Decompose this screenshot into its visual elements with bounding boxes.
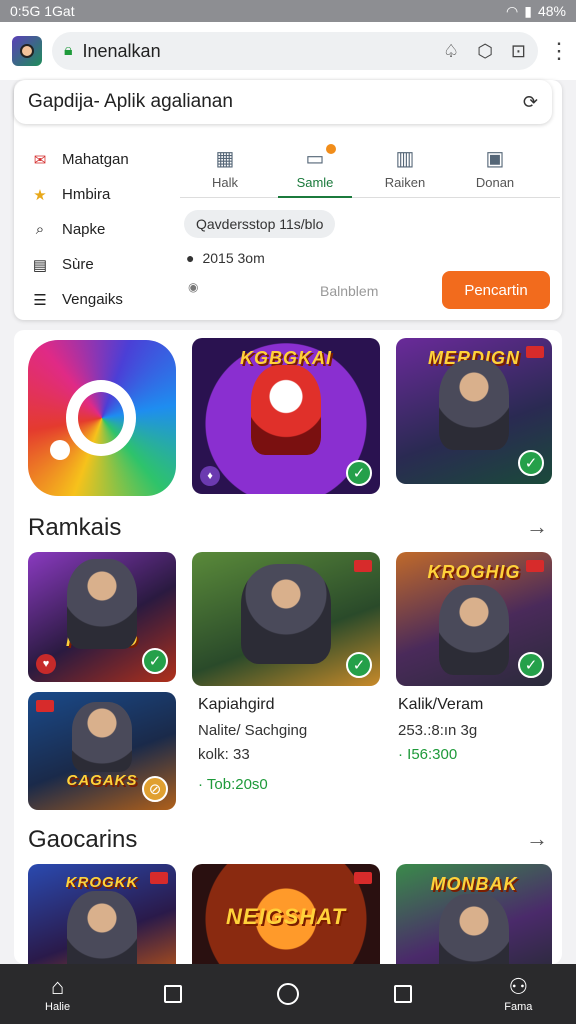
tab-samle[interactable]: ▭ Samle [270,138,360,198]
check-icon: ✓ [346,652,372,678]
side-menu: ✉ Mahatgan ★ Hmbira ⌕ Napke ▤ Sùre ☰ Vengaiks [30,142,180,317]
table-icon: ▥ [395,147,415,170]
app-name[interactable]: Kalik/Veram [398,696,483,714]
game-tile[interactable]: KROGKK [28,864,176,964]
person-icon: ⚇ [508,974,529,999]
nav-home[interactable]: ⌂ Halie [23,974,93,1014]
check-icon: ✓ [518,450,544,476]
nav-overview[interactable] [368,985,438,1003]
refresh-icon[interactable]: ⟳ [523,92,538,113]
secondary-label: Balnblem [320,283,379,299]
check-icon: ✓ [142,648,168,674]
menu-item[interactable]: ▤ Sùre [30,247,180,282]
mail-icon: ✉ [33,151,47,169]
tab-donan[interactable]: ▣ Donan [450,138,540,197]
flag-icon [36,700,54,712]
app-subtitle: Nalite/ Sachging [198,722,308,739]
radio-icon[interactable]: ◉ [188,280,198,294]
section-title: Ramkais [28,514,122,541]
browser-toolbar: 🔒︎ Inenalkan ♤ ⬡ ⊡ ⋮ [0,22,576,80]
game-tile[interactable]: CAGAKS ⊘ [28,692,176,810]
app-name[interactable]: Kapiahgird [198,696,275,714]
game-tile[interactable]: KUNGO ♥ ✓ [28,552,176,682]
app-meta: kolk: 33 [198,746,250,763]
notification-badge [326,144,336,154]
square-icon [394,985,413,1003]
app-logo[interactable] [28,340,176,496]
tabs-icon[interactable]: ⊡ [511,41,526,62]
game-tile[interactable]: MERDIGN ✓ [396,338,552,484]
tab-halk[interactable]: ▦ Halk [180,138,270,197]
nav-recent[interactable] [138,985,208,1003]
status-time: 0:5G 1Gat [10,3,75,19]
filter-chip[interactable]: Qavdersstop 11s/blo [184,210,336,238]
store-content: KGBGKAI ♦ ✓ MERDIGN ✓ Ramkais → KUNGO ♥ … [14,330,562,964]
square-icon [163,985,182,1003]
card-icon: ▭ [305,147,325,170]
box-icon: ▣ [485,147,505,170]
flag-icon [354,560,372,572]
menu-item[interactable]: ⌕ Napke [30,212,180,247]
status-right: ◠ ▮ 48% [506,3,566,20]
url-bar[interactable]: 🔒︎ Inenalkan ♤ ⬡ ⊡ [52,32,538,70]
menu-item[interactable]: ★ Hmbira [30,177,180,212]
search-value: Gapdija- Aplik agalianan [28,91,233,112]
flag-icon [150,872,168,884]
battery-level: 48% [537,3,566,19]
heart-icon: ♥ [36,654,56,674]
time-row: ● 2015 3om [186,250,265,266]
lock-icon: 🔒︎ [64,42,73,59]
status-bar: 0:5G 1Gat ◠ ▮ 48% [0,0,576,22]
drop-icon: ● [186,250,195,266]
game-tile[interactable]: MONBAK [396,864,552,964]
menu-item[interactable]: ☰ Vengaiks [30,282,180,317]
game-tile[interactable]: NEIGSHAT [192,864,380,964]
flag-icon [354,872,372,884]
bottom-nav: ⌂ Halie ⚇ Fama [0,964,576,1024]
check-icon: ✓ [346,460,372,486]
check-icon: ✓ [518,652,544,678]
game-tile[interactable]: KROGHIG ✓ [396,552,552,686]
game-tile[interactable]: KGBGKAI ♦ ✓ [192,338,380,494]
home-icon: ⌂ [50,974,65,999]
puzzle-icon[interactable]: ♤ [443,41,459,62]
circle-icon [276,983,299,1005]
arrow-right-icon[interactable]: → [526,514,548,540]
search-icon: ⌕ [35,221,45,238]
arrow-right-icon[interactable]: → [526,826,548,852]
app-price: · I56:300 [398,746,458,763]
url-text: Inenalkan [82,40,161,61]
avatar[interactable] [12,36,42,66]
signal-icon: ▮ [524,2,532,19]
app-price: · Tob:20s0 [198,776,268,793]
badge-icon: ♦ [200,466,220,486]
list-icon: ☰ [33,291,47,309]
cube-icon[interactable]: ⬡ [477,41,493,62]
more-menu-icon[interactable]: ⋮ [548,38,570,64]
game-tile[interactable]: ✓ [192,552,380,686]
category-tabs: ▦ Halk ▭ Samle ▥ Raiken ▣ Donan [180,138,560,198]
flag-icon [526,346,544,358]
nav-profile[interactable]: ⚇ Fama [483,974,553,1014]
coin-icon: ⊘ [142,776,168,802]
grid-icon: ▦ [215,147,235,170]
wifi-icon: ◠ [506,2,519,19]
book-icon: ▤ [32,256,48,274]
nav-home-button[interactable] [253,983,323,1005]
menu-item[interactable]: ✉ Mahatgan [30,142,180,177]
search-input[interactable]: Gapdija- Aplik agalianan ⟳ [14,80,552,124]
star-icon: ★ [33,186,47,204]
primary-action-button[interactable]: Pencartin [442,271,550,309]
section-title: Gaocarins [28,826,138,853]
flag-icon [526,560,544,572]
tab-raiken[interactable]: ▥ Raiken [360,138,450,197]
app-subtitle: 253.:8:ın 3g [398,722,478,739]
